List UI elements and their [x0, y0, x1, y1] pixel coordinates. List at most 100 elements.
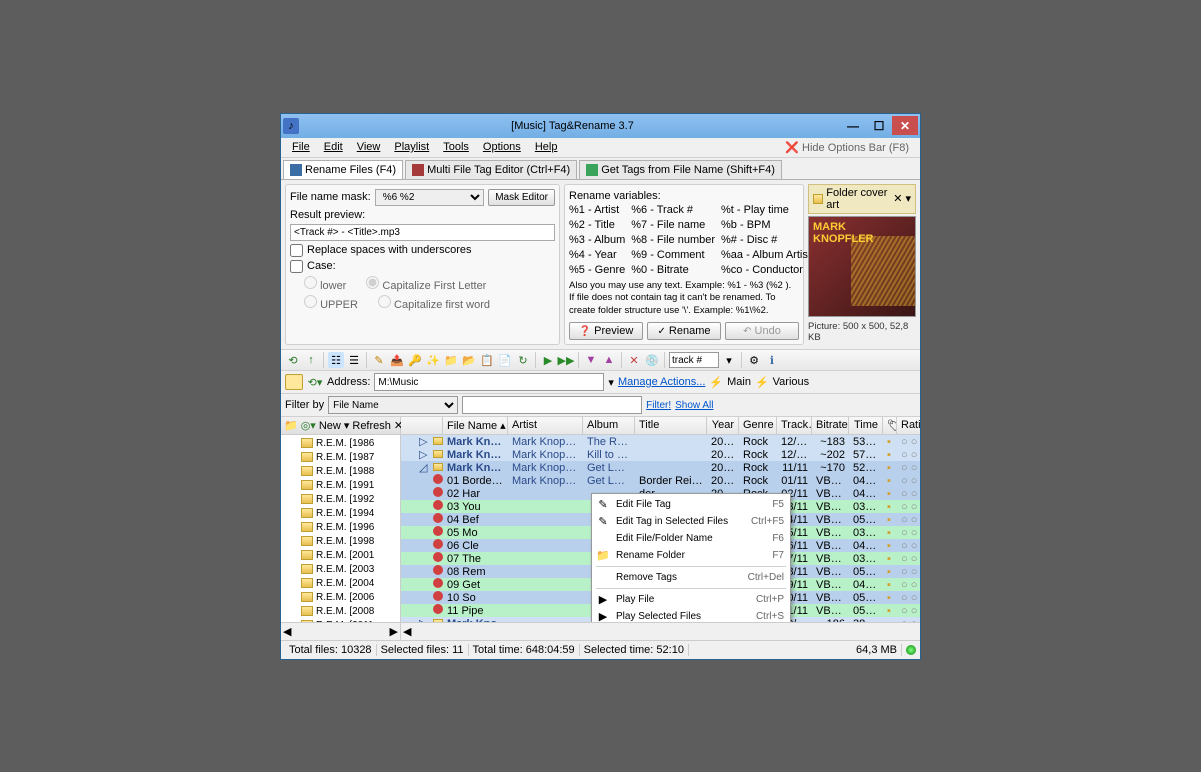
cover-art-panel: Folder cover art ✕ ▾ MARK KNOPFLER Pictu… [808, 184, 916, 346]
tool-refresh-icon[interactable]: ↻ [515, 352, 531, 368]
address-dropdown-icon[interactable]: ▾ [608, 376, 614, 389]
replace-spaces-checkbox[interactable] [290, 244, 303, 257]
filter-label: Filter by [285, 399, 324, 411]
tool-list-icon[interactable]: ☰ [346, 352, 362, 368]
menu-edit[interactable]: Edit [317, 141, 350, 153]
column-headers[interactable]: File Name ▴ Artist Album Title Year Genr… [401, 417, 920, 435]
preview-button[interactable]: ❓ Preview [569, 322, 643, 340]
tab-multi-tag-editor[interactable]: Multi File Tag Editor (Ctrl+F4) [405, 160, 577, 179]
minimize-button[interactable]: — [840, 116, 866, 135]
context-item[interactable]: ✎Edit File TagF5 [592, 496, 790, 513]
menu-options[interactable]: Options [476, 141, 528, 153]
tree-item[interactable]: R.E.M. [1991 [281, 478, 400, 492]
action-main[interactable]: Main [727, 376, 751, 388]
tab-get-tags-from-filename[interactable]: Get Tags from File Name (Shift+F4) [579, 160, 782, 179]
tool-edit-icon[interactable]: ✎ [371, 352, 387, 368]
cover-chevron-icon[interactable]: ▾ [905, 192, 911, 205]
cover-image[interactable]: MARK KNOPFLER [808, 216, 916, 318]
maximize-button[interactable]: ☐ [866, 116, 892, 135]
tree-refresh-button[interactable]: Refresh [352, 420, 391, 432]
tool-delete-icon[interactable]: ✕ [626, 352, 642, 368]
folder-tree-panel: 📁 ◎▾ New▾ Refresh ✕ R.E.M. [1986R.E.M. [… [281, 417, 401, 640]
tree-item[interactable]: R.E.M. [1998 [281, 534, 400, 548]
tool-back-icon[interactable]: ⟲ [285, 352, 301, 368]
tool-copy-icon[interactable]: 📋 [479, 352, 495, 368]
track-down-icon[interactable]: ▾ [721, 352, 737, 368]
tree-item[interactable]: R.E.M. [1988 [281, 464, 400, 478]
tool-tree-icon[interactable]: ☷ [328, 352, 344, 368]
file-row[interactable]: 01 Border Rei… Mark Knopfler Get Lucky B… [401, 474, 920, 487]
tree-item[interactable]: R.E.M. [2004 [281, 576, 400, 590]
tree-item[interactable]: R.E.M. [1986 [281, 436, 400, 450]
rename-button[interactable]: ✓ Rename [647, 322, 721, 340]
menu-view[interactable]: View [350, 141, 388, 153]
filter-showall-link[interactable]: Show All [675, 400, 713, 411]
undo-button[interactable]: ↶ Undo [725, 322, 799, 340]
context-item[interactable]: ▶Play Selected FilesCtrl+S [592, 608, 790, 622]
tree-new-button[interactable]: New [319, 420, 341, 432]
case-upper-radio[interactable] [304, 295, 317, 308]
tool-movedown-icon[interactable]: ▼ [583, 352, 599, 368]
case-checkbox[interactable] [290, 260, 303, 273]
mask-input[interactable]: %6 %2 [375, 189, 485, 206]
tree-item[interactable]: R.E.M. [2003 [281, 562, 400, 576]
address-folder-icon[interactable] [285, 374, 303, 390]
tool-moveup-icon[interactable]: ▲ [601, 352, 617, 368]
tree-scrollbar[interactable]: ◀▶ [281, 622, 400, 640]
tool-folder1-icon[interactable]: 📁 [443, 352, 459, 368]
filter-text-input[interactable] [462, 396, 642, 414]
tree-folder-icon[interactable]: 📁 [284, 418, 298, 434]
address-refresh-icon[interactable]: ⟲▾ [307, 374, 323, 390]
close-button[interactable]: ✕ [892, 116, 918, 135]
case-capfirst-radio[interactable] [366, 276, 379, 289]
window-title: [Music] Tag&Rename 3.7 [305, 120, 840, 132]
tree-item[interactable]: R.E.M. [1996 [281, 520, 400, 534]
track-number-input[interactable] [669, 352, 719, 368]
address-input[interactable] [374, 373, 604, 391]
folder-tree[interactable]: R.E.M. [1986R.E.M. [1987R.E.M. [1988R.E.… [281, 435, 400, 622]
file-rows[interactable]: ▷ Mark Knopfler [2… Mark Knopfler The Ra… [401, 435, 920, 622]
file-list-panel: File Name ▴ Artist Album Title Year Genr… [401, 417, 920, 640]
action-various[interactable]: Various [773, 376, 809, 388]
file-row[interactable]: ▷ Mark Knopfler [2… Mark Knopfler The Ra… [401, 435, 920, 448]
tree-item[interactable]: R.E.M. [2006 [281, 590, 400, 604]
case-capword-radio[interactable] [378, 295, 391, 308]
tool-cd-icon[interactable]: 💿 [644, 352, 660, 368]
mask-editor-button[interactable]: Mask Editor [488, 189, 555, 206]
context-item[interactable]: Remove TagsCtrl+Del [592, 569, 790, 586]
tool-paste-icon[interactable]: 📄 [497, 352, 513, 368]
menu-file[interactable]: File [285, 141, 317, 153]
tab-rename-files[interactable]: Rename Files (F4) [283, 160, 403, 179]
hide-options-bar[interactable]: ❌ Hide Options Bar (F8) [778, 141, 916, 154]
tree-circle-icon[interactable]: ◎▾ [301, 418, 316, 434]
tool-up-icon[interactable]: ↑ [303, 352, 319, 368]
row-scrollbar[interactable]: ◀▶ [401, 622, 920, 640]
tree-item[interactable]: R.E.M. [2001 [281, 548, 400, 562]
tree-item[interactable]: R.E.M. [1994 [281, 506, 400, 520]
tree-item[interactable]: R.E.M. [1992 [281, 492, 400, 506]
tool-export-icon[interactable]: 📤 [389, 352, 405, 368]
context-item[interactable]: 📁Rename FolderF7 [592, 547, 790, 564]
tool-wand-icon[interactable]: ✨ [425, 352, 441, 368]
manage-actions-link[interactable]: Manage Actions... [618, 376, 705, 388]
tool-info-icon[interactable]: ℹ [764, 352, 780, 368]
file-row[interactable]: ◿ Mark Knopfler [2… Mark Knopfler Get Lu… [401, 461, 920, 474]
context-item[interactable]: ✎Edit Tag in Selected FilesCtrl+F5 [592, 513, 790, 530]
context-item[interactable]: Edit File/Folder NameF6 [592, 530, 790, 547]
close-cover-icon[interactable]: ✕ [893, 192, 902, 205]
filter-go-link[interactable]: Filter! [646, 400, 671, 411]
filter-field-select[interactable]: File Name [328, 396, 458, 414]
file-row[interactable]: ▷ Mark Knopfler [2… Mark Knopfler Kill t… [401, 448, 920, 461]
tree-item[interactable]: R.E.M. [2008 [281, 604, 400, 618]
tool-folder2-icon[interactable]: 📂 [461, 352, 477, 368]
case-lower-radio[interactable] [304, 276, 317, 289]
menu-help[interactable]: Help [528, 141, 565, 153]
tool-key-icon[interactable]: 🔑 [407, 352, 423, 368]
menu-tools[interactable]: Tools [436, 141, 476, 153]
tool-play-icon[interactable]: ▶ [540, 352, 556, 368]
tree-item[interactable]: R.E.M. [1987 [281, 450, 400, 464]
context-item[interactable]: ▶Play FileCtrl+P [592, 591, 790, 608]
tool-settings-icon[interactable]: ⚙ [746, 352, 762, 368]
tool-playall-icon[interactable]: ▶▶ [558, 352, 574, 368]
menu-playlist[interactable]: Playlist [387, 141, 436, 153]
